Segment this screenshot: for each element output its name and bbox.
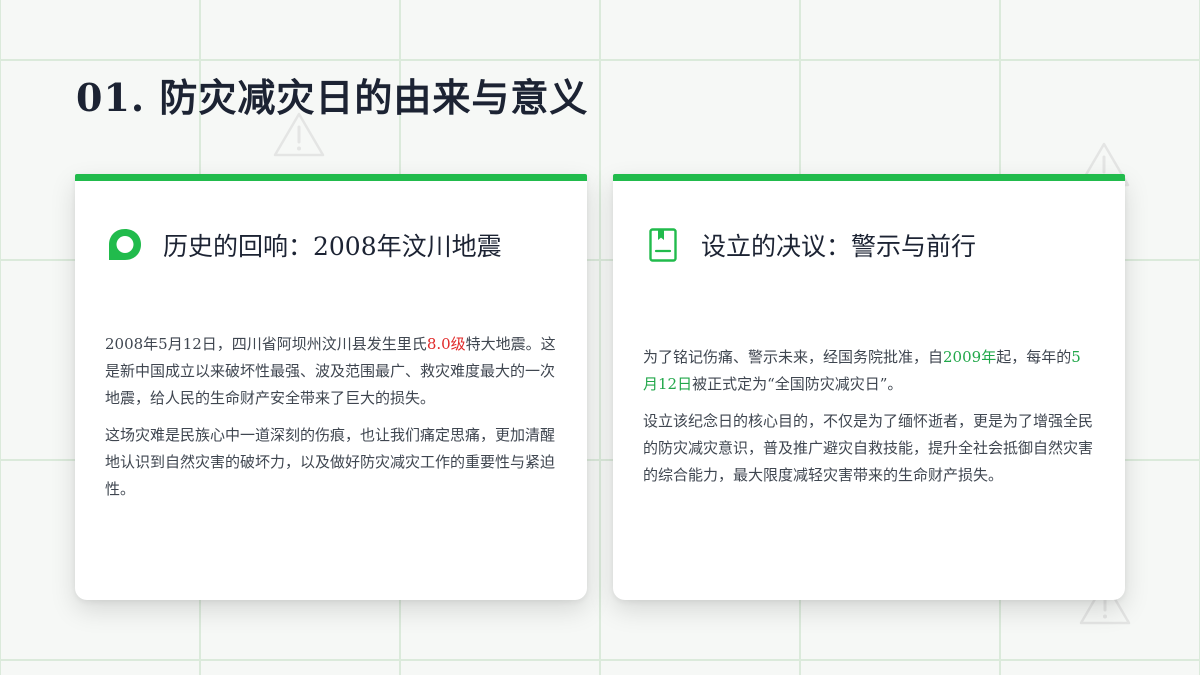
- year-highlight: 2009年: [943, 348, 997, 366]
- page-title: 01. 防灾减灾日的由来与意义: [76, 75, 589, 120]
- card-title: 设立的决议：警示与前行: [701, 232, 977, 261]
- text-segment: 被正式定为“全国防灾减灾日”。: [692, 375, 903, 393]
- card-header: 设立的决议：警示与前行: [645, 227, 976, 263]
- speech-bubble-icon: [107, 227, 143, 263]
- card-body: 2008年5月12日，四川省阿坝州汶川县发生里氏8.0级特大地震。这是新中国成立…: [105, 331, 557, 513]
- paragraph: 设立该纪念日的核心目的，不仅是为了缅怀逝者，更是为了增强全民的防灾减灾意识，普及…: [643, 412, 1094, 484]
- text-segment: 为了铭记伤痛、警示未来，经国务院批准，自: [643, 348, 944, 366]
- magnitude-highlight: 8.0级: [426, 335, 466, 353]
- paragraph: 为了铭记伤痛、警示未来，经国务院批准，自2009年起，每年的5月12日被正式定为…: [643, 344, 1095, 398]
- text-segment: 起，每年的: [996, 348, 1072, 366]
- card-title: 历史的回响：2008年汶川地震: [163, 232, 502, 261]
- history-card: 历史的回响：2008年汶川地震 2008年5月12日，四川省阿坝州汶川县发生里氏…: [75, 174, 587, 600]
- resolution-card: 设立的决议：警示与前行 为了铭记伤痛、警示未来，经国务院批准，自2009年起，每…: [613, 174, 1125, 600]
- book-icon: [645, 227, 681, 263]
- card-body: 为了铭记伤痛、警示未来，经国务院批准，自2009年起，每年的5月12日被正式定为…: [643, 344, 1095, 499]
- card-header: 历史的回响：2008年汶川地震: [107, 227, 502, 263]
- text-segment: 2008年5月12日，四川省阿坝州汶川县发生里氏: [105, 335, 427, 353]
- paragraph: 2008年5月12日，四川省阿坝州汶川县发生里氏8.0级特大地震。这是新中国成立…: [105, 331, 557, 412]
- paragraph: 这场灾难是民族心中一道深刻的伤痕，也让我们痛定思痛，更加清醒地认识到自然灾害的破…: [105, 426, 556, 498]
